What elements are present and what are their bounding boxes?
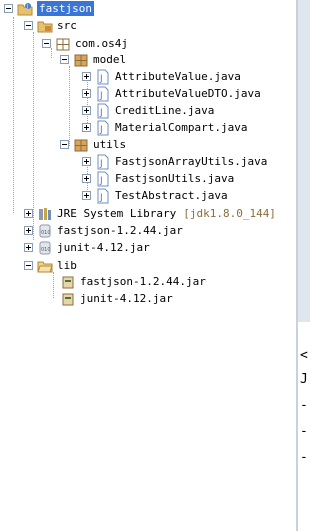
file-label: MaterialCompart.java: [115, 121, 248, 134]
jar-label: fastjson-1.2.44.jar: [57, 224, 183, 237]
svg-text:J: J: [99, 193, 103, 203]
tree-item-java-file[interactable]: J CreditLine.java: [82, 102, 214, 119]
tree-guide: [69, 66, 70, 146]
expand-toggle[interactable]: [82, 123, 91, 132]
file-label: AttributeValue.java: [115, 70, 241, 83]
tree-item-jar[interactable]: 010 junit-4.12.jar: [24, 239, 150, 256]
tree-guide: [53, 272, 54, 298]
jre-label: JRE System Library: [57, 207, 177, 220]
java-file-icon: J: [95, 188, 111, 204]
collapse-toggle[interactable]: [42, 39, 51, 48]
svg-text:010: 010: [41, 247, 51, 253]
svg-text:010: 010: [41, 230, 51, 236]
tree-item-lib[interactable]: lib: [24, 257, 77, 274]
tree-item-jre-library[interactable]: JRE System Library [jdk1.8.0_144]: [24, 205, 276, 222]
tree-item-package-root[interactable]: com.os4j: [42, 35, 128, 52]
utils-label: utils: [93, 138, 127, 151]
editor-glyph: -: [300, 450, 308, 465]
expand-toggle[interactable]: [82, 89, 91, 98]
lib-jar-label: junit-4.12.jar: [80, 292, 173, 305]
collapse-toggle[interactable]: [60, 140, 69, 149]
java-file-icon: J: [95, 69, 111, 85]
source-folder-icon: [37, 18, 53, 34]
jar-icon: 010: [37, 223, 53, 239]
tree-item-lib-jar[interactable]: fastjson-1.2.44.jar: [60, 273, 206, 290]
file-label: AttributeValueDTO.java: [115, 87, 261, 100]
expand-toggle[interactable]: [24, 243, 33, 252]
folder-open-icon: [37, 258, 53, 274]
tree-item-java-file[interactable]: J AttributeValue.java: [82, 68, 241, 85]
tree-item-utils[interactable]: utils: [60, 136, 126, 153]
tree-guide: [13, 17, 14, 213]
jar-file-icon: [60, 291, 76, 307]
tree-item-java-file[interactable]: J FastjsonArrayUtils.java: [82, 153, 267, 170]
collapse-toggle[interactable]: [24, 261, 33, 270]
jre-decoration: [jdk1.8.0_144]: [183, 207, 276, 220]
editor-glyph: -: [300, 424, 308, 439]
svg-text:J: J: [99, 125, 103, 135]
editor-pane-edge: < J - - -: [298, 0, 310, 531]
tree-item-model[interactable]: model: [60, 51, 126, 68]
package-icon: [73, 52, 89, 68]
collapse-toggle[interactable]: [4, 4, 13, 13]
tree-item-java-file[interactable]: J TestAbstract.java: [82, 187, 228, 204]
jar-label: junit-4.12.jar: [57, 241, 150, 254]
model-label: model: [93, 53, 127, 66]
tree-item-java-file[interactable]: J FastjsonUtils.java: [82, 170, 234, 187]
library-icon: [37, 206, 53, 222]
svg-text:J: J: [99, 108, 103, 118]
package-icon: [55, 36, 71, 52]
svg-text:J: J: [99, 159, 103, 169]
svg-text:J: J: [99, 176, 103, 186]
expand-toggle[interactable]: [82, 72, 91, 81]
file-label: FastjsonArrayUtils.java: [115, 155, 268, 168]
java-file-icon: J: [95, 120, 111, 136]
expand-toggle[interactable]: [24, 209, 33, 218]
package-root-label: com.os4j: [75, 37, 128, 50]
tree-item-lib-jar[interactable]: junit-4.12.jar: [60, 290, 173, 307]
expand-toggle[interactable]: [82, 191, 91, 200]
tree-item-java-file[interactable]: J MaterialCompart.java: [82, 119, 247, 136]
collapse-toggle[interactable]: [24, 21, 33, 30]
expand-toggle[interactable]: [82, 157, 91, 166]
project-label: fastjson: [37, 1, 94, 16]
tree-item-project[interactable]: J fastjson: [4, 0, 94, 17]
editor-glyph: -: [300, 398, 308, 413]
file-label: CreditLine.java: [115, 104, 215, 117]
tree-item-java-file[interactable]: J AttributeValueDTO.java: [82, 85, 261, 102]
jar-file-icon: [60, 274, 76, 290]
expand-toggle[interactable]: [82, 106, 91, 115]
editor-pane-header: [298, 0, 310, 322]
svg-text:J: J: [99, 74, 103, 84]
tree-item-jar[interactable]: 010 fastjson-1.2.44.jar: [24, 222, 183, 239]
src-label: src: [57, 19, 77, 32]
java-file-icon: J: [95, 154, 111, 170]
tree-item-src[interactable]: src: [24, 17, 77, 34]
expand-toggle[interactable]: [82, 174, 91, 183]
svg-text:J: J: [99, 91, 103, 101]
jar-icon: 010: [37, 240, 53, 256]
expand-toggle[interactable]: [24, 226, 33, 235]
editor-glyph: J: [300, 372, 308, 387]
java-file-icon: J: [95, 171, 111, 187]
java-file-icon: J: [95, 86, 111, 102]
lib-label: lib: [57, 259, 77, 272]
file-label: TestAbstract.java: [115, 189, 228, 202]
lib-jar-label: fastjson-1.2.44.jar: [80, 275, 206, 288]
package-icon: [73, 137, 89, 153]
package-explorer-tree: J fastjson src com.os4j model J Attribut…: [0, 0, 297, 531]
editor-glyph: <: [300, 348, 308, 363]
java-file-icon: J: [95, 103, 111, 119]
svg-text:J: J: [26, 4, 28, 10]
java-project-icon: J: [17, 1, 33, 17]
file-label: FastjsonUtils.java: [115, 172, 235, 185]
collapse-toggle[interactable]: [60, 55, 69, 64]
